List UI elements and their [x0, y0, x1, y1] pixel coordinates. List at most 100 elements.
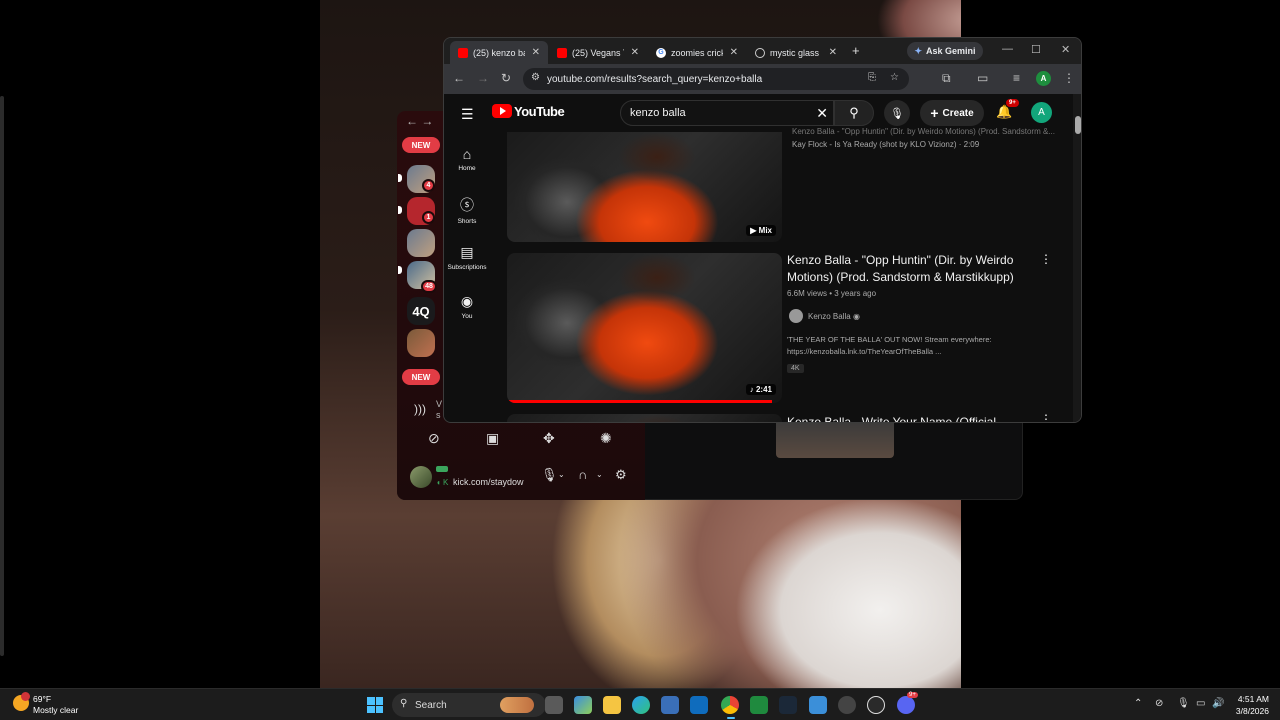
server-icon[interactable]	[407, 229, 435, 257]
media-controls-icon[interactable]: ≡	[1013, 71, 1020, 85]
camera-off-icon[interactable]: ⊘	[428, 430, 440, 447]
profile-avatar[interactable]: A	[1036, 71, 1051, 86]
copilot-icon[interactable]	[574, 696, 592, 714]
hamburger-menu-icon[interactable]: ☰	[461, 106, 474, 123]
scrollbar-thumb[interactable]	[1075, 116, 1081, 134]
taskbar-search[interactable]: ⚲ Search	[392, 693, 546, 717]
chevron-up-icon[interactable]: ⌃	[1134, 698, 1142, 709]
scrollbar[interactable]	[1073, 94, 1081, 422]
sidebar-item-shorts[interactable]: ⓢ Shorts	[444, 195, 490, 225]
playlist-icon: ▶	[750, 226, 759, 235]
subscriptions-icon: ▤	[460, 244, 474, 260]
channel-name[interactable]: Kenzo Balla ◉	[808, 312, 860, 321]
user-panel: ◖ K kick.com/staydow 🎙 ⌄ ∩ ⌄ ⚙	[404, 464, 640, 492]
clear-search-icon[interactable]: ✕	[816, 105, 828, 122]
you-icon: ◉	[460, 293, 474, 309]
menu-icon[interactable]: ⋮	[1063, 71, 1075, 85]
close-window-icon[interactable]: ✕	[1061, 43, 1070, 56]
search-icon: ⚲	[849, 105, 859, 120]
close-icon[interactable]: ✕	[829, 47, 837, 58]
avatar[interactable]: A	[1031, 102, 1052, 123]
task-view-icon[interactable]	[545, 696, 563, 714]
close-icon[interactable]: ✕	[532, 47, 540, 58]
file-explorer-icon[interactable]	[603, 696, 621, 714]
spreadsheet-icon[interactable]	[750, 696, 768, 714]
close-icon[interactable]: ✕	[730, 47, 738, 58]
create-button[interactable]: + Create	[920, 100, 984, 126]
youtube-page: ☰ YouTube kenzo balla ✕ ⚲ 🎙 + Create 🔔 9…	[444, 94, 1081, 422]
bookmark-star-icon[interactable]: ☆	[890, 72, 899, 83]
more-options-icon[interactable]: ⋮	[1040, 252, 1052, 266]
weather-condition[interactable]: Mostly clear	[33, 705, 78, 715]
mix-label: Mix	[758, 226, 772, 235]
search-icon: ⚲	[400, 698, 408, 709]
settings-app-icon[interactable]	[838, 696, 856, 714]
search-button[interactable]: ⚲	[834, 100, 874, 126]
voice-search-button[interactable]: 🎙	[884, 100, 910, 126]
search-input[interactable]: kenzo balla ✕	[620, 100, 834, 126]
chevron-down-icon[interactable]: ⌄	[596, 470, 603, 479]
volume-icon[interactable]: 🔊	[1212, 698, 1224, 709]
video-title-partial[interactable]: Kenzo Balla - "Opp Huntin" (Dir. by Weir…	[792, 127, 1062, 136]
microphone-icon[interactable]: 🎙	[1177, 698, 1190, 709]
display-icon[interactable]: ▭	[1196, 698, 1205, 709]
youtube-logo-text[interactable]: YouTube	[514, 104, 565, 119]
install-app-icon[interactable]: ⎘	[868, 72, 876, 83]
back-arrow-icon[interactable]: ← →	[406, 114, 433, 128]
back-icon[interactable]: ←	[453, 71, 465, 85]
network-off-icon[interactable]: ⊘	[1155, 698, 1163, 709]
start-button[interactable]	[367, 697, 383, 713]
photos-icon[interactable]	[809, 696, 827, 714]
forward-icon[interactable]: →	[477, 71, 489, 85]
gear-icon[interactable]: ⚙	[615, 467, 627, 483]
server-icon[interactable]	[407, 329, 435, 357]
screen-share-icon[interactable]: ▣	[486, 430, 499, 447]
tab-vegans-try[interactable]: (25) Vegans Try ✕	[549, 41, 647, 64]
clock-time[interactable]: 4:51 AM	[1237, 694, 1269, 704]
app-icon[interactable]	[867, 696, 885, 714]
unread-pill	[398, 174, 402, 182]
close-icon[interactable]: ✕	[631, 47, 639, 58]
video-thumbnail[interactable]	[507, 414, 782, 422]
tab-kenzo-balla[interactable]: (25) kenzo ball ✕	[450, 41, 548, 64]
ask-gemini-button[interactable]: ✦ Ask Gemini	[907, 42, 983, 60]
channel-avatar[interactable]	[789, 309, 803, 323]
weather-temperature[interactable]: 69°F	[33, 694, 51, 704]
store-icon[interactable]	[661, 696, 679, 714]
mix-badge: ▶ Mix	[746, 225, 776, 236]
tab-mystic-glass[interactable]: mystic glass b ✕	[747, 41, 845, 64]
maximize-icon[interactable]: ☐	[1031, 43, 1041, 56]
soundboard-icon[interactable]: ✺	[600, 430, 612, 447]
reload-icon[interactable]: ↻	[501, 71, 511, 85]
chrome-icon[interactable]	[721, 696, 739, 714]
address-bar[interactable]: ⚙ youtube.com/results?search_query=kenzo…	[523, 68, 909, 90]
steam-icon[interactable]	[779, 696, 797, 714]
extensions-icon[interactable]: ⧉	[942, 71, 951, 86]
video-thumbnail[interactable]: ♪ 2:41	[507, 253, 782, 403]
activities-icon[interactable]: ✥	[543, 430, 555, 447]
headphones-icon[interactable]: ∩	[578, 467, 587, 482]
video-title-partial[interactable]: Kenzo Balla - Write Your Name (Official	[787, 414, 1032, 422]
more-options-icon[interactable]: ⋮	[1040, 412, 1052, 422]
chevron-down-icon[interactable]: ⌄	[558, 470, 565, 479]
discord-icon[interactable]	[897, 696, 915, 714]
site-info-icon[interactable]: ⚙	[531, 72, 540, 83]
sidebar-item-home[interactable]: ⌂ Home	[444, 146, 490, 172]
youtube-logo-icon[interactable]	[492, 104, 512, 118]
minimize-icon[interactable]: —	[1002, 43, 1013, 55]
clock-date[interactable]: 3/8/2026	[1228, 706, 1269, 716]
sidebar-item-subscriptions[interactable]: ▤ Subscriptions	[444, 244, 490, 271]
quality-badge: 4K	[787, 364, 804, 373]
sidebar-item-you[interactable]: ◉ You	[444, 293, 490, 320]
video-title[interactable]: Kenzo Balla - "Opp Huntin" (Dir. by Weir…	[787, 252, 1032, 286]
new-tab-button[interactable]: +	[852, 43, 860, 58]
split-view-icon[interactable]: ▭	[977, 71, 988, 85]
edge-icon[interactable]	[632, 696, 650, 714]
outlook-icon[interactable]	[690, 696, 708, 714]
video-thumbnail[interactable]: ▶ Mix	[507, 132, 782, 242]
avatar[interactable]	[410, 466, 432, 488]
server-icon[interactable]: 4Q	[407, 297, 435, 325]
microphone-icon[interactable]: 🎙	[541, 467, 558, 483]
sidebar-label: Home	[458, 165, 476, 172]
tab-zoomies[interactable]: G zoomies crick ✕	[648, 41, 746, 64]
